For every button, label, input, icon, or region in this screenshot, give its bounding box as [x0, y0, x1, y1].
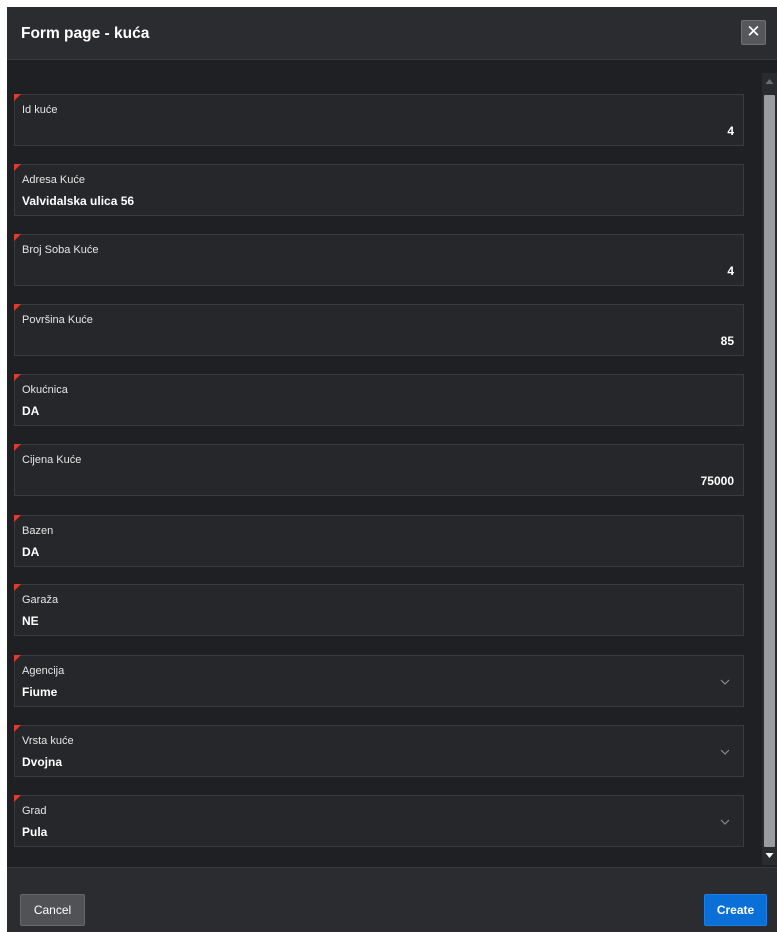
required-marker: [14, 94, 21, 101]
field-broj-soba-kuce[interactable]: Broj Soba Kuće 4: [14, 234, 744, 286]
required-marker: [14, 164, 21, 171]
field-okucnica[interactable]: Okućnica DA: [14, 374, 744, 426]
field-grad[interactable]: Grad Pula: [14, 795, 744, 847]
field-label: Površina Kuće: [22, 314, 93, 326]
field-value[interactable]: 4: [727, 124, 734, 138]
required-marker: [14, 655, 21, 662]
form-dialog: Form page - kuća ✕ Id kuće 4 Adresa Kuće…: [7, 7, 777, 932]
required-marker: [14, 374, 21, 381]
field-label: Agencija: [22, 665, 65, 677]
vertical-scrollbar[interactable]: [762, 73, 777, 865]
scroll-down-arrow-icon[interactable]: [762, 847, 777, 865]
field-garaza[interactable]: Garaža NE: [14, 584, 744, 636]
field-value[interactable]: DA: [22, 545, 39, 559]
field-label: Vrsta kuće: [22, 735, 74, 747]
field-label: Adresa Kuće: [22, 174, 85, 186]
field-label: Id kuće: [22, 104, 58, 116]
field-value[interactable]: NE: [22, 614, 39, 628]
required-marker: [14, 584, 21, 591]
field-value[interactable]: 4: [727, 264, 734, 278]
scroll-up-arrow-icon[interactable]: [762, 73, 777, 91]
form-body: Id kuće 4 Adresa Kuće Valvidalska ulica …: [7, 61, 777, 867]
field-label: Cijena Kuće: [22, 454, 82, 466]
chevron-down-icon[interactable]: [719, 816, 731, 828]
required-marker: [14, 725, 21, 732]
chevron-down-icon[interactable]: [719, 676, 731, 688]
close-button[interactable]: ✕: [741, 20, 766, 45]
field-value[interactable]: 85: [721, 334, 734, 348]
field-label: Okućnica: [22, 384, 68, 396]
field-label: Broj Soba Kuće: [22, 244, 99, 256]
field-povrsina-kuce[interactable]: Površina Kuće 85: [14, 304, 744, 356]
field-vrsta-kuce[interactable]: Vrsta kuće Dvojna: [14, 725, 744, 777]
chevron-down-icon[interactable]: [719, 746, 731, 758]
field-value[interactable]: Valvidalska ulica 56: [22, 194, 134, 208]
scrollbar-thumb[interactable]: [764, 95, 775, 847]
field-value[interactable]: Fiume: [22, 685, 57, 699]
required-marker: [14, 795, 21, 802]
required-marker: [14, 515, 21, 522]
required-marker: [14, 444, 21, 451]
required-marker: [14, 234, 21, 241]
create-button[interactable]: Create: [704, 894, 767, 926]
required-marker: [14, 304, 21, 311]
field-adresa-kuce[interactable]: Adresa Kuće Valvidalska ulica 56: [14, 164, 744, 216]
field-label: Bazen: [22, 525, 54, 537]
field-cijena-kuce[interactable]: Cijena Kuće 75000: [14, 444, 744, 496]
field-bazen[interactable]: Bazen DA: [14, 515, 744, 567]
field-value[interactable]: DA: [22, 404, 39, 418]
field-agencija[interactable]: Agencija Fiume: [14, 655, 744, 707]
field-id-kuce[interactable]: Id kuće 4: [14, 94, 744, 146]
dialog-footer: Cancel Create: [7, 867, 777, 932]
close-icon: ✕: [746, 22, 761, 41]
dialog-title: Form page - kuća: [21, 25, 150, 42]
field-label: Garaža: [22, 594, 59, 606]
field-value[interactable]: Dvojna: [22, 755, 62, 769]
cancel-button[interactable]: Cancel: [20, 894, 85, 926]
field-label: Grad: [22, 805, 47, 817]
field-value[interactable]: Pula: [22, 825, 47, 839]
dialog-titlebar: Form page - kuća ✕: [7, 7, 777, 60]
field-value[interactable]: 75000: [701, 474, 734, 488]
